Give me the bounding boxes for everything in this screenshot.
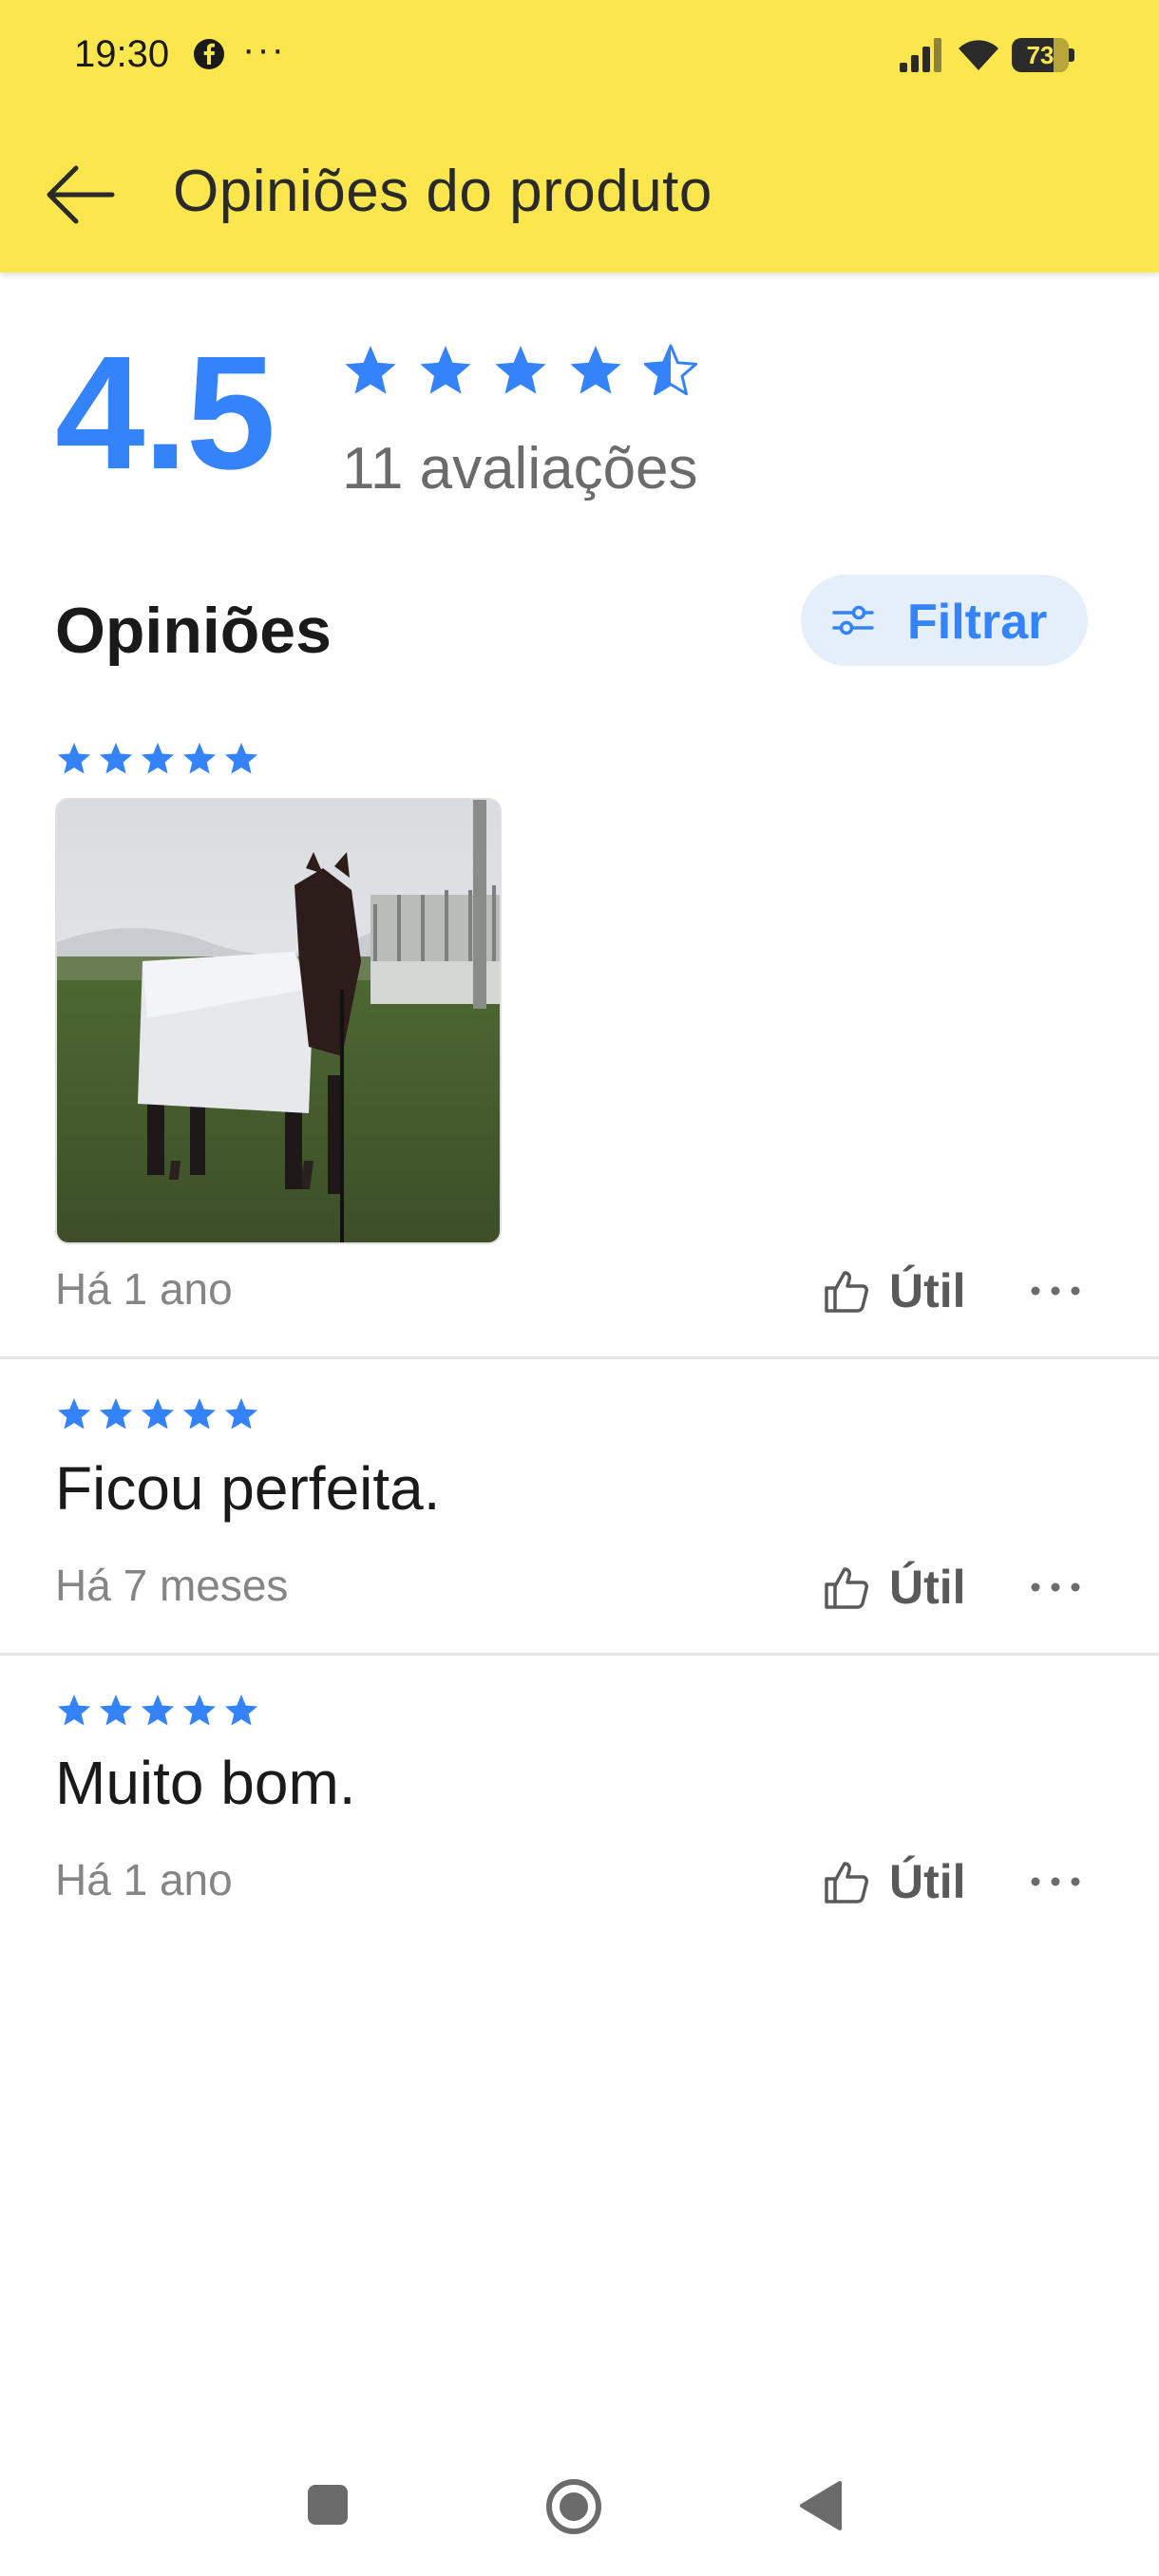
facebook-icon — [194, 39, 224, 69]
star-full-icon — [224, 1398, 258, 1430]
star-full-icon — [141, 1398, 175, 1430]
star-full-icon — [345, 346, 396, 394]
useful-button[interactable]: Útil — [823, 1260, 975, 1322]
star-full-icon — [420, 346, 471, 394]
system-back-button[interactable] — [796, 2479, 846, 2532]
summary-star-rating — [345, 344, 698, 396]
horse-photo — [57, 800, 500, 1242]
review-text: Muito bom. — [55, 1749, 356, 1817]
divider — [0, 1356, 1159, 1359]
star-full-icon — [99, 743, 133, 774]
star-full-icon — [99, 1398, 133, 1430]
home-button[interactable] — [544, 2477, 603, 2536]
star-full-icon — [99, 1695, 133, 1726]
recent-apps-button[interactable] — [304, 2481, 352, 2529]
review-date: Há 1 ano — [55, 1264, 233, 1314]
more-options-button[interactable] — [1026, 1556, 1085, 1619]
app-bar: Opiniões do produto — [0, 133, 1159, 256]
review-date: Há 7 meses — [55, 1561, 289, 1610]
review-star-rating — [57, 743, 258, 774]
back-triangle-icon — [800, 2481, 842, 2530]
review-text: Ficou perfeita. — [55, 1454, 441, 1523]
signal-icon — [900, 38, 941, 72]
review-item: Ficou perfeita. Há 7 meses Útil — [0, 1396, 1159, 1653]
system-nav-bar — [0, 2432, 1159, 2576]
star-full-icon — [57, 1398, 91, 1430]
star-full-icon — [570, 346, 621, 394]
useful-label: Útil — [889, 1264, 966, 1317]
useful-button[interactable]: Útil — [823, 1850, 975, 1913]
star-half-icon — [643, 344, 698, 396]
filter-button[interactable]: Filtrar — [801, 575, 1088, 666]
review-star-rating — [57, 1695, 258, 1726]
status-bar: 19:30 ··· 73 — [0, 0, 1159, 114]
star-full-icon — [224, 1695, 258, 1726]
status-overflow-dots: ··· — [242, 28, 286, 70]
star-full-icon — [57, 1695, 91, 1726]
filter-label: Filtrar — [907, 595, 1048, 650]
recent-apps-icon — [308, 2485, 348, 2525]
battery-level: 73 — [1026, 41, 1054, 69]
wifi-icon — [959, 40, 998, 70]
thumbs-up-icon — [825, 1271, 868, 1313]
more-horizontal-icon — [1031, 1877, 1080, 1886]
more-horizontal-icon — [1031, 1582, 1080, 1592]
review-photo[interactable] — [55, 798, 502, 1244]
rating-count: 11 avaliações — [342, 436, 698, 502]
sliders-icon — [832, 605, 874, 635]
star-full-icon — [57, 743, 91, 774]
useful-button[interactable]: Útil — [823, 1556, 975, 1619]
star-full-icon — [182, 743, 217, 774]
arrow-left-icon — [47, 165, 115, 224]
review-item: Muito bom. Há 1 ano Útil — [0, 1693, 1159, 1949]
average-rating: 4.5 — [55, 323, 276, 503]
more-options-button[interactable] — [1026, 1850, 1085, 1913]
more-horizontal-icon — [1031, 1286, 1080, 1296]
review-item: Há 1 ano Útil — [0, 741, 1159, 1358]
star-full-icon — [224, 743, 258, 774]
status-time: 19:30 — [74, 33, 170, 75]
thumbs-up-icon — [825, 1862, 868, 1904]
rating-summary: 4.5 11 avaliações — [0, 285, 1159, 532]
more-options-button[interactable] — [1026, 1260, 1085, 1322]
star-full-icon — [141, 1695, 175, 1726]
star-full-icon — [182, 1398, 217, 1430]
star-full-icon — [495, 346, 546, 394]
useful-label: Útil — [889, 1561, 966, 1614]
thumbs-up-icon — [825, 1567, 868, 1609]
battery-icon: 73 — [1012, 38, 1076, 72]
top-bar: 19:30 ··· 73 Opiniões do produto — [0, 0, 1159, 273]
divider — [0, 1653, 1159, 1656]
review-star-rating — [57, 1398, 258, 1430]
useful-label: Útil — [889, 1855, 966, 1908]
back-button[interactable] — [38, 157, 124, 233]
review-date: Há 1 ano — [55, 1855, 233, 1904]
star-full-icon — [182, 1695, 217, 1726]
home-icon — [546, 2479, 601, 2534]
star-full-icon — [141, 743, 175, 774]
page-title: Opiniões do produto — [173, 159, 712, 224]
section-title: Opiniões — [55, 595, 332, 667]
